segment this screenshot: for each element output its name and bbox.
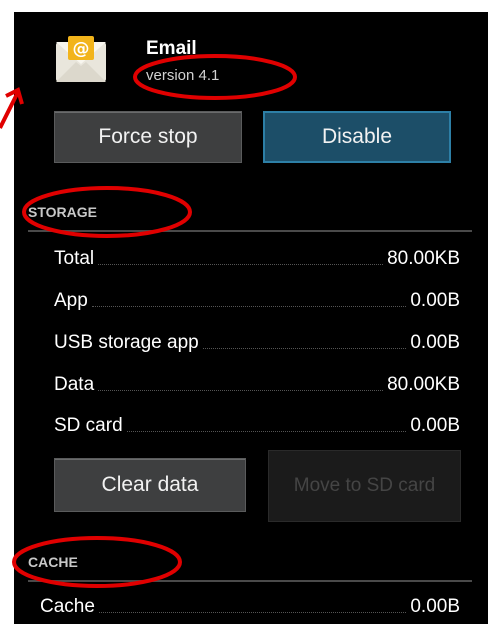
dotted-leader <box>91 305 407 307</box>
storage-row-sd-card: SD card 0.00B <box>54 411 460 437</box>
move-to-sd-card-button[interactable]: Move to SD card <box>268 450 461 522</box>
cache-divider <box>28 580 472 582</box>
row-value: 80.00KB <box>387 248 460 269</box>
dotted-leader <box>126 430 407 432</box>
dotted-leader <box>202 347 407 349</box>
app-name: Email <box>146 38 197 59</box>
storage-row-usb-storage-app: USB storage app 0.00B <box>54 328 460 354</box>
dotted-leader <box>98 389 384 391</box>
force-stop-button[interactable]: Force stop <box>54 111 242 163</box>
clear-data-button[interactable]: Clear data <box>54 458 246 512</box>
row-label: App <box>54 290 88 311</box>
row-label: Cache <box>40 596 95 617</box>
row-value: 80.00KB <box>387 374 460 395</box>
storage-divider <box>28 230 472 232</box>
disable-button[interactable]: Disable <box>263 111 451 163</box>
row-value: 0.00B <box>410 415 460 436</box>
row-value: 0.00B <box>410 332 460 353</box>
app-version: version 4.1 <box>146 67 220 84</box>
row-label: Total <box>54 248 95 269</box>
dotted-leader <box>98 611 407 613</box>
email-envelope-icon: @ <box>54 34 108 88</box>
row-value: 0.00B <box>410 596 460 617</box>
storage-row-total: Total 80.00KB <box>54 244 460 270</box>
storage-section-header: STORAGE <box>28 204 97 220</box>
row-label: USB storage app <box>54 332 199 353</box>
app-info-screen: @ Email version 4.1 Force stop Disable S… <box>14 12 488 624</box>
row-label: Data <box>54 374 95 395</box>
cache-row: Cache 0.00B <box>40 592 460 618</box>
row-label: SD card <box>54 415 123 436</box>
storage-row-app: App 0.00B <box>54 286 460 312</box>
row-value: 0.00B <box>410 290 460 311</box>
dotted-leader <box>98 263 384 265</box>
svg-text:@: @ <box>73 39 90 59</box>
cache-section-header: CACHE <box>28 554 78 570</box>
storage-row-data: Data 80.00KB <box>54 370 460 396</box>
